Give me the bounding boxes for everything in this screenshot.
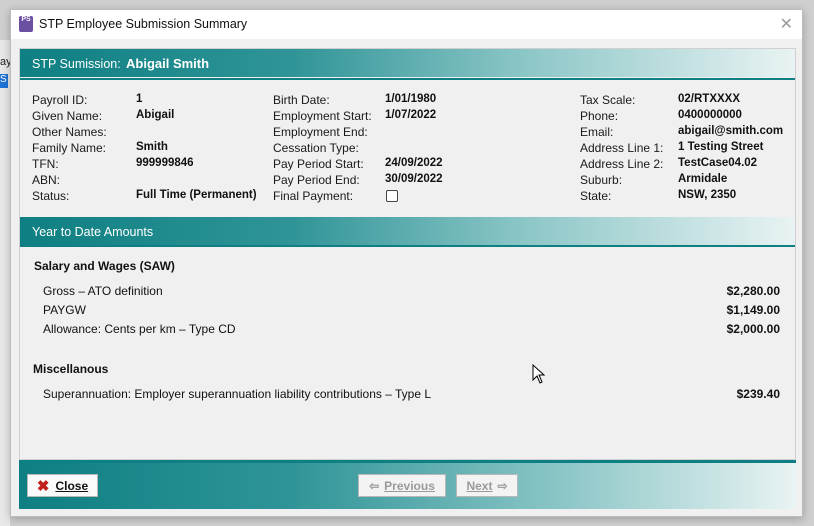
employee-header-band: STP Sumission: Abigail Smith — [20, 49, 795, 77]
state-label: State: — [580, 189, 612, 203]
address-line-2-value: TestCase04.02 — [678, 157, 758, 169]
previous-button-label: Previous — [384, 478, 435, 493]
employment-start-label: Employment Start: — [273, 109, 372, 123]
address-line-1-value: 1 Testing Street — [678, 141, 764, 153]
background-selected-item[interactable]: S — [0, 74, 8, 88]
abn-label: ABN: — [32, 173, 61, 187]
other-names-label: Other Names: — [32, 125, 107, 139]
superannuation-label: Superannuation: Employer superannuation … — [43, 387, 432, 401]
birth-date-value: 1/01/1980 — [385, 93, 437, 105]
employment-end-label: Employment End: — [273, 125, 368, 139]
next-button[interactable]: Next ⇨ — [456, 474, 518, 497]
gross-amount: $2,280.00 — [726, 284, 780, 298]
payroll-id-value: 1 — [136, 93, 143, 105]
footer-divider — [19, 460, 796, 463]
footer-bar: ✖ Close ⇦ Previous Next ⇨ — [19, 460, 796, 509]
payroll-id-label: Payroll ID: — [32, 93, 88, 107]
ytd-heading: Year to Date Amounts — [32, 225, 154, 239]
header-divider — [20, 78, 795, 80]
next-button-label: Next — [466, 478, 493, 493]
mouse-pointer-icon — [532, 364, 546, 384]
misc-section-heading: Miscellanous — [33, 362, 109, 376]
birth-date-label: Birth Date: — [273, 93, 330, 107]
pay-period-end-label: Pay Period End: — [273, 173, 360, 187]
phone-value: 0400000000 — [678, 109, 742, 121]
ytd-band: Year to Date Amounts — [20, 217, 795, 245]
title-bar[interactable]: PS STP Employee Submission Summary ✕ — [11, 10, 802, 39]
tfn-value: 999999846 — [136, 157, 194, 169]
state-value: NSW, 2350 — [678, 189, 737, 201]
phone-label: Phone: — [580, 109, 619, 123]
saw-section-heading: Salary and Wages (SAW) — [34, 259, 175, 273]
paygw-label: PAYGW — [43, 303, 86, 317]
status-label: Status: — [32, 189, 70, 203]
employee-name-heading: Abigail Smith — [126, 56, 210, 71]
cessation-type-label: Cessation Type: — [273, 141, 359, 155]
content-panel: STP Sumission: Abigail Smith Payroll ID:… — [19, 48, 796, 460]
address-line-1-label: Address Line 1: — [580, 141, 664, 155]
gross-label: Gross – ATO definition — [43, 284, 163, 298]
close-button-label: Close — [55, 478, 89, 493]
close-button[interactable]: ✖ Close — [27, 474, 98, 497]
arrow-right-icon: ⇨ — [497, 478, 508, 493]
pay-period-start-label: Pay Period Start: — [273, 157, 364, 171]
address-line-2-label: Address Line 2: — [580, 157, 664, 171]
pay-period-end-value: 30/09/2022 — [385, 173, 443, 185]
allowance-amount: $2,000.00 — [726, 322, 780, 336]
tax-scale-label: Tax Scale: — [580, 93, 636, 107]
paygw-amount: $1,149.00 — [726, 303, 780, 317]
background-window-strip — [0, 40, 10, 526]
family-name-label: Family Name: — [32, 141, 107, 155]
given-name-value: Abigail — [136, 109, 175, 121]
tfn-label: TFN: — [32, 157, 59, 171]
family-name-value: Smith — [136, 141, 168, 153]
final-payment-label: Final Payment: — [273, 189, 354, 203]
app-icon: PS — [19, 16, 33, 32]
previous-button[interactable]: ⇦ Previous — [358, 474, 446, 497]
allowance-label: Allowance: Cents per km – Type CD — [43, 322, 236, 336]
final-payment-checkbox[interactable] — [386, 190, 398, 202]
email-value: abigail@smith.com — [678, 125, 784, 137]
ytd-divider — [20, 245, 795, 247]
superannuation-amount: $239.40 — [736, 387, 780, 401]
close-icon: ✖ — [36, 477, 50, 495]
suburb-label: Suburb: — [580, 173, 623, 187]
employment-start-value: 1/07/2022 — [385, 109, 437, 121]
tax-scale-value: 02/RTXXXX — [678, 93, 740, 105]
pay-period-start-value: 24/09/2022 — [385, 157, 443, 169]
stp-submission-label: STP Sumission: — [32, 57, 121, 71]
suburb-value: Armidale — [678, 173, 728, 185]
arrow-left-icon: ⇦ — [369, 478, 380, 493]
email-label: Email: — [580, 125, 614, 139]
window-close-icon[interactable]: ✕ — [780, 14, 793, 34]
given-name-label: Given Name: — [32, 109, 103, 123]
status-value: Full Time (Permanent) — [136, 189, 257, 201]
window-title: STP Employee Submission Summary — [39, 17, 248, 31]
stp-summary-dialog: PS STP Employee Submission Summary ✕ STP… — [10, 9, 803, 517]
